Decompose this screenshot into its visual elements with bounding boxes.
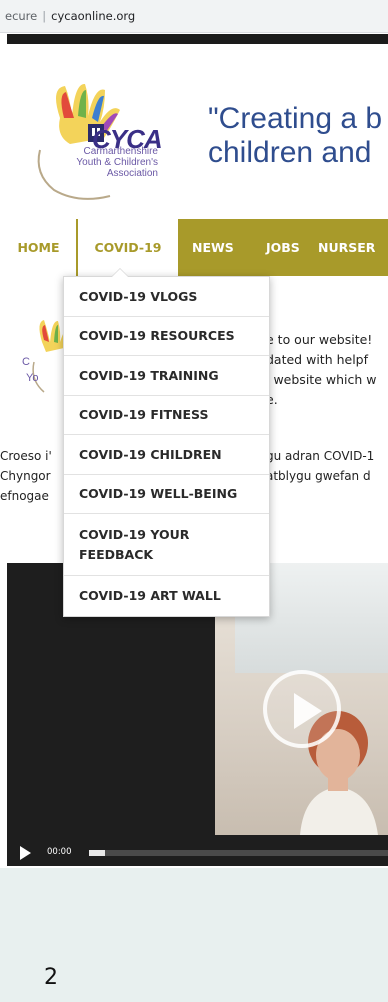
dropdown-item-training[interactable]: COVID-19 TRAINING [64,356,269,396]
dropdown-item-resources[interactable]: COVID-19 RESOURCES [64,317,269,356]
welcome-text: e to our website! dated with helpf l web… [266,330,376,410]
video-progress-track[interactable] [89,850,388,856]
nav-item-nursery[interactable]: NURSER [318,219,375,276]
small-logo-letter-2: Yo [26,372,39,384]
welsh-right-1: gu adran COVID-1 [266,449,375,463]
logo-line-2: Youth & Children's [76,157,158,168]
tagline-line-1: "Creating a b [208,102,383,135]
dropdown-item-wellbeing[interactable]: COVID-19 WELL-BEING [64,475,269,514]
dropdown-item-children[interactable]: COVID-19 CHILDREN [64,435,269,475]
control-play-icon[interactable] [20,846,31,860]
video-buffer [89,850,105,856]
nav-item-jobs[interactable]: JOBS [266,219,300,276]
small-logo-letter-1: C [22,356,30,368]
welsh-left-3: efnogae [0,489,49,503]
welcome-line-3-text: website which w [269,372,377,387]
site-logo[interactable]: CYCA Carmarthenshire Youth & Children's … [30,78,170,206]
welsh-text-right: gu adran COVID-1 atblygu gwefan d [266,446,374,486]
address-separator: | [42,9,47,23]
bottom-panel [0,868,388,1002]
covid19-dropdown-menu: COVID-19 VLOGS COVID-19 RESOURCES COVID-… [63,268,270,617]
welcome-line-3: l website which w [266,370,376,390]
welsh-left-1: Croeso i' [0,449,52,463]
dropdown-item-vlogs[interactable]: COVID-19 VLOGS [64,277,269,317]
logo-subtitle: Carmarthenshire Youth & Children's Assoc… [30,146,158,179]
play-icon [294,693,322,729]
welsh-text-left: Croeso i' Chyngor efnogae [0,446,52,506]
video-controls: 00:00 [7,840,388,866]
address-url[interactable]: cycaonline.org [51,9,135,23]
dropdown-item-feedback[interactable]: COVID-19 YOUR FEEDBACK [64,514,269,576]
welcome-line-2: dated with helpf [266,352,369,367]
welsh-right-2: atblygu gwefan d [266,469,371,483]
video-play-button[interactable] [263,670,341,748]
nav-item-home[interactable]: HOME [0,219,77,276]
logo-line-3: Association [106,168,158,179]
top-strip [7,34,388,44]
site-tagline: "Creating a b children and [208,102,382,170]
address-security-label: ecure [5,9,38,23]
dropdown-item-fitness[interactable]: COVID-19 FITNESS [64,396,269,435]
dropdown-item-artwall[interactable]: COVID-19 ART WALL [64,576,269,616]
video-time: 00:00 [47,847,72,857]
welcome-line-1: e to our website! [266,332,373,347]
welsh-left-2: Chyngor [0,469,51,483]
address-bar[interactable]: ecure | cycaonline.org [0,0,388,33]
main-nav: HOME COVID-19 NEWS JOBS NURSER [0,219,388,276]
page-number: 2 [44,965,58,990]
welcome-line-4: e. [266,392,278,407]
logo-line-1: Carmarthenshire [83,146,158,157]
nav-item-news[interactable]: NEWS [192,219,234,276]
tagline-line-2: children and [208,136,372,169]
page-root: ecure | cycaonline.org CYCA Carmarthensh… [0,0,388,1002]
